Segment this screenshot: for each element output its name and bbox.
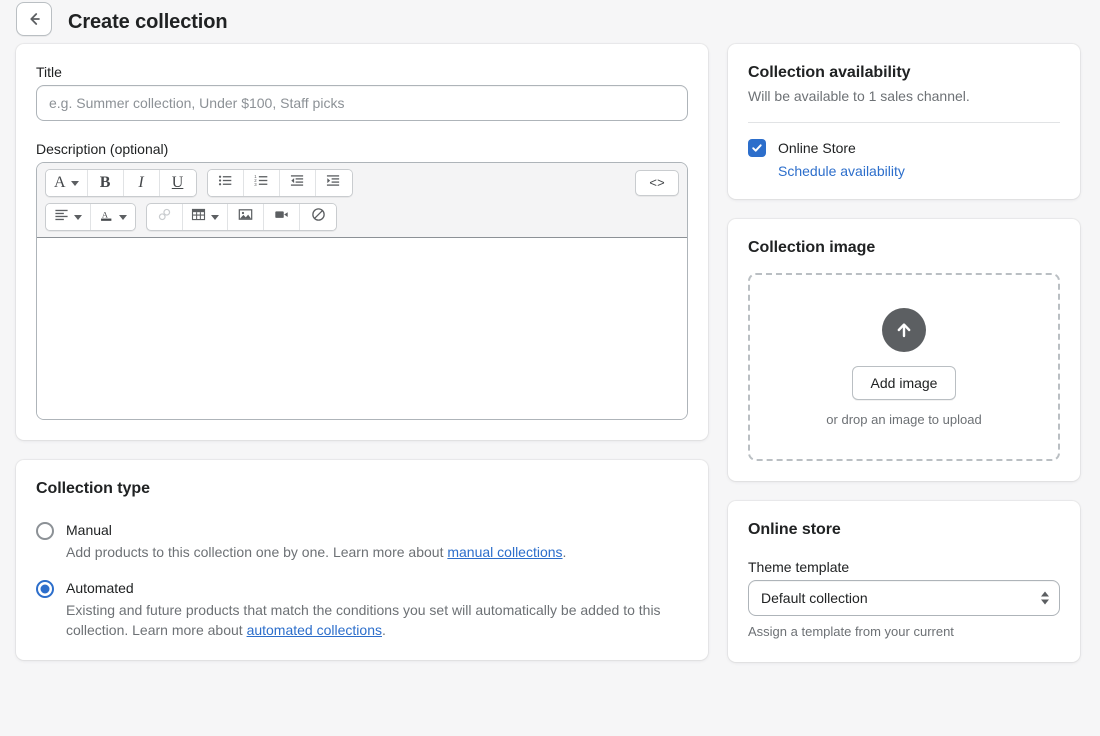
back-button[interactable] (16, 2, 52, 36)
italic-button[interactable]: I (123, 170, 160, 196)
help-text-after: . (381, 622, 386, 638)
collection-type-option-automated: Automated Existing and future products t… (36, 578, 688, 640)
bold-button[interactable]: B (87, 170, 124, 196)
bold-icon: B (99, 174, 111, 191)
outdent-icon (290, 173, 305, 193)
image-dropzone[interactable]: Add image or drop an image to upload (748, 273, 1060, 461)
list-indent-group: 1 2 3 (206, 169, 353, 197)
drop-hint-text: or drop an image to upload (826, 411, 982, 427)
text-color-dropdown[interactable]: A (91, 204, 135, 230)
outdent-button[interactable] (279, 170, 316, 196)
create-collection-page: Create collection Title Description (opt… (0, 0, 1100, 736)
description-textarea[interactable] (37, 238, 687, 419)
online-store-card: Online store Theme template Default coll… (728, 501, 1080, 662)
main-column: Title Description (optional) A (16, 44, 708, 680)
underline-button[interactable]: U (159, 170, 196, 196)
upload-arrow-icon (882, 307, 926, 352)
svg-text:A: A (102, 209, 109, 219)
toolbar-row-2: A (45, 203, 679, 231)
title-label: Title (36, 64, 62, 80)
insert-video-button[interactable] (264, 204, 300, 230)
collection-type-title: Collection type (36, 480, 150, 497)
add-image-button[interactable]: Add image (851, 365, 957, 400)
schedule-availability-link[interactable]: Schedule availability (778, 163, 905, 179)
checkbox-checked-icon (748, 139, 766, 157)
chevron-down-icon (70, 180, 79, 186)
collection-image-card: Collection image Add image or drop an im… (728, 219, 1080, 481)
theme-template-select-wrap: Default collection (748, 580, 1060, 616)
collection-type-card: Collection type Manual Add products to t… (16, 460, 708, 660)
radio-manual-label: Manual (66, 522, 112, 538)
chevron-down-icon (74, 214, 82, 220)
radio-automated-label: Automated (66, 580, 134, 596)
radio-manual-help: Add products to this collection one by o… (66, 542, 686, 562)
collection-availability-card: Collection availability Will be availabl… (728, 44, 1080, 199)
circle-slash-icon (311, 207, 326, 227)
insert-link-button (147, 204, 183, 230)
image-icon (238, 207, 253, 227)
page-title: Create collection (68, 11, 228, 33)
arrow-left-icon (25, 10, 43, 28)
numbered-list-button[interactable]: 1 2 3 (243, 170, 280, 196)
code-view-button[interactable]: <> (635, 170, 679, 196)
table-icon (191, 207, 206, 227)
collection-image-title: Collection image (748, 239, 876, 256)
numbered-list-icon: 1 2 3 (254, 173, 269, 193)
bulleted-list-button[interactable] (207, 170, 244, 196)
radio-icon (36, 580, 54, 598)
radio-icon (36, 522, 54, 540)
page-header: Create collection (0, 0, 1100, 44)
editor-toolbar: A B I U 1 2 3 <> A (37, 163, 687, 238)
radio-automated-help: Existing and future products that match … (66, 600, 686, 640)
link-icon (157, 207, 172, 227)
indent-button[interactable] (315, 170, 352, 196)
manual-collections-link[interactable]: manual collections (447, 544, 562, 560)
insert-group (146, 203, 337, 231)
description-editor: A B I U 1 2 3 <> A (36, 162, 688, 420)
help-text-after: . (562, 544, 567, 560)
chevron-down-icon (119, 214, 127, 220)
font-style-dropdown[interactable]: A (46, 170, 88, 196)
clear-formatting-button[interactable] (300, 204, 336, 230)
online-store-title: Online store (748, 521, 841, 538)
insert-image-button[interactable] (228, 204, 264, 230)
underline-icon: U (171, 174, 184, 191)
radio-automated[interactable]: Automated (36, 578, 688, 598)
toolbar-row-1: A B I U 1 2 3 <> (45, 169, 679, 197)
collection-type-option-manual: Manual Add products to this collection o… (36, 520, 688, 562)
theme-template-help: Assign a template from your current (748, 624, 954, 639)
text-format-group: A B I U (45, 169, 197, 197)
availability-title: Collection availability (748, 64, 911, 81)
text-align-dropdown[interactable] (46, 204, 91, 230)
channel-label: Online Store (778, 140, 856, 156)
text-color-icon: A (99, 207, 114, 228)
video-icon (274, 207, 289, 227)
radio-manual[interactable]: Manual (36, 520, 688, 540)
bulleted-list-icon (218, 173, 233, 193)
schedule-availability-wrap: Schedule availability (778, 163, 1060, 179)
svg-text:3: 3 (254, 182, 257, 187)
sidebar-column: Collection availability Will be availabl… (728, 44, 1080, 682)
insert-table-dropdown[interactable] (183, 204, 228, 230)
help-text-before: Add products to this collection one by o… (66, 544, 448, 560)
alignment-color-group: A (45, 203, 136, 231)
italic-icon: I (138, 174, 144, 191)
font-a-icon: A (54, 174, 66, 191)
theme-template-select[interactable]: Default collection (748, 580, 1060, 616)
divider (748, 122, 1060, 123)
availability-subtitle: Will be available to 1 sales channel. (748, 88, 970, 104)
description-label: Description (optional) (36, 141, 169, 157)
automated-collections-link[interactable]: automated collections (247, 622, 382, 638)
channel-online-store[interactable]: Online Store (748, 139, 1060, 157)
title-input[interactable] (36, 85, 688, 121)
indent-icon (326, 173, 341, 193)
collection-details-card: Title Description (optional) A (16, 44, 708, 440)
page-content: Title Description (optional) A (0, 44, 1100, 682)
theme-template-label: Theme template (748, 559, 850, 575)
align-left-icon (54, 207, 69, 227)
chevron-down-icon (211, 214, 219, 220)
